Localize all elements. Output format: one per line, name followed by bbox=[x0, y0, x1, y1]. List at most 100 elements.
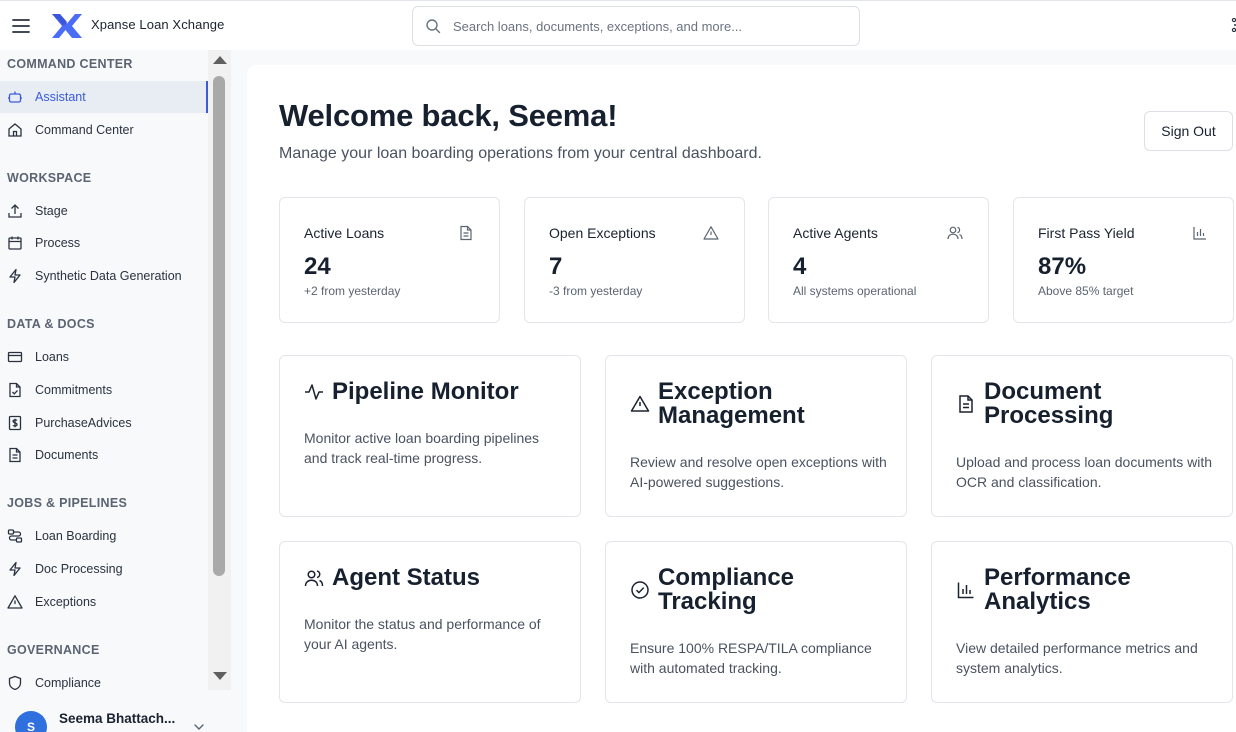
users-icon bbox=[947, 225, 963, 241]
card-title: Performance Analytics bbox=[984, 564, 1131, 615]
sidebar-item-documents[interactable]: Documents bbox=[0, 439, 208, 471]
sidebar-item-label: Commitments bbox=[35, 383, 113, 397]
scroll-down-arrow-icon[interactable] bbox=[213, 672, 227, 680]
card-title: Compliance Tracking bbox=[658, 564, 795, 615]
card-pipeline-monitor[interactable]: Pipeline Monitor Monitor active loan boa… bbox=[279, 355, 581, 517]
stat-value: 87% bbox=[1038, 253, 1087, 280]
sidebar-item-label: Loans bbox=[35, 350, 70, 364]
sidebar-item-compliance[interactable]: Compliance bbox=[0, 667, 208, 690]
users-icon bbox=[304, 568, 324, 588]
hamburger-menu-icon[interactable] bbox=[10, 15, 32, 37]
card-title: Exception Management bbox=[658, 378, 805, 429]
section-title-data-docs: DATA & DOCS bbox=[7, 317, 95, 331]
search-input[interactable] bbox=[453, 7, 853, 45]
sidebar-item-process[interactable]: Process bbox=[0, 227, 208, 259]
stat-note: Above 85% target bbox=[1038, 284, 1134, 298]
sidebar-item-label: Doc Processing bbox=[35, 562, 123, 576]
upload-icon bbox=[7, 203, 23, 219]
scroll-up-arrow-icon[interactable] bbox=[213, 56, 227, 64]
sidebar-item-label: PurchaseAdvices bbox=[35, 416, 132, 430]
card-description: Monitor active loan boarding pipelines a… bbox=[304, 430, 540, 466]
calendar-icon bbox=[7, 235, 23, 251]
card-document-processing[interactable]: Document Processing Upload and process l… bbox=[931, 355, 1233, 517]
section-title-jobs-pipelines: JOBS & PIPELINES bbox=[7, 496, 128, 510]
stat-note: All systems operational bbox=[793, 284, 917, 298]
sidebar-item-label: Assistant bbox=[35, 90, 86, 104]
section-title-workspace: WORKSPACE bbox=[7, 171, 92, 185]
stat-label: Active Loans bbox=[304, 225, 385, 241]
check-circle-icon bbox=[630, 580, 650, 600]
xpanse-logo-icon[interactable] bbox=[50, 12, 84, 40]
stat-value: 4 bbox=[793, 253, 807, 280]
workflow-icon bbox=[7, 528, 23, 544]
stat-label: First Pass Yield bbox=[1038, 225, 1135, 241]
stat-note: +2 from yesterday bbox=[304, 284, 401, 298]
activity-icon bbox=[304, 382, 324, 402]
sidebar-item-label: Stage bbox=[35, 204, 68, 218]
sidebar-item-commitments[interactable]: Commitments bbox=[0, 374, 208, 406]
bolt-icon bbox=[7, 268, 23, 284]
file-text-icon bbox=[458, 225, 474, 241]
home-icon bbox=[7, 122, 23, 138]
sidebar-item-doc-processing[interactable]: Doc Processing bbox=[0, 553, 208, 585]
card-title: Document Processing bbox=[984, 378, 1114, 429]
chevron-down-icon[interactable] bbox=[193, 719, 205, 730]
warning-icon bbox=[703, 225, 719, 241]
card-performance-analytics[interactable]: Performance Analytics View detailed perf… bbox=[931, 541, 1233, 703]
sidebar-item-command-center[interactable]: Command Center bbox=[0, 114, 208, 146]
sidebar-item-label: Exceptions bbox=[35, 595, 97, 609]
sidebar-scrollbar[interactable] bbox=[208, 50, 231, 690]
sidebar-item-label: Documents bbox=[35, 448, 99, 462]
sidebar-item-purchaseadvices[interactable]: PurchaseAdvices bbox=[0, 407, 208, 439]
card-compliance-tracking[interactable]: Compliance Tracking Ensure 100% RESPA/TI… bbox=[605, 541, 907, 703]
receipt-dollar-icon bbox=[7, 415, 23, 431]
warning-icon bbox=[7, 594, 23, 610]
credit-card-icon bbox=[7, 349, 23, 365]
sidebar-item-loans[interactable]: Loans bbox=[0, 341, 208, 373]
stat-value: 24 bbox=[304, 253, 331, 280]
card-description: Review and resolve open exceptions with … bbox=[630, 454, 887, 490]
bot-icon bbox=[7, 89, 23, 105]
sidebar-item-loan-boarding[interactable]: Loan Boarding bbox=[0, 520, 208, 552]
stat-card-open-exceptions: Open Exceptions 7 -3 from yesterday bbox=[524, 197, 745, 323]
stat-card-active-loans: Active Loans 24 +2 from yesterday bbox=[279, 197, 500, 323]
page-subtitle: Manage your loan boarding operations fro… bbox=[279, 145, 762, 162]
stat-card-first-pass-yield: First Pass Yield 87% Above 85% target bbox=[1013, 197, 1234, 323]
search-icon bbox=[425, 18, 441, 34]
sign-out-button[interactable]: Sign Out bbox=[1144, 111, 1233, 151]
card-description: Ensure 100% RESPA/TILA compliance with a… bbox=[630, 640, 872, 676]
stat-label: Open Exceptions bbox=[549, 225, 656, 241]
card-title: Pipeline Monitor bbox=[332, 378, 519, 405]
card-agent-status[interactable]: Agent Status Monitor the status and perf… bbox=[279, 541, 581, 703]
scrollbar-thumb[interactable] bbox=[213, 76, 225, 576]
file-text-icon bbox=[956, 394, 976, 414]
bolt-icon bbox=[7, 561, 23, 577]
bar-chart-icon bbox=[956, 580, 976, 600]
page-title: Welcome back, Seema! bbox=[279, 98, 618, 133]
sidebar-item-stage[interactable]: Stage bbox=[0, 195, 208, 227]
section-title-governance: GOVERNANCE bbox=[7, 643, 100, 657]
main-panel: Welcome back, Seema! Manage your loan bo… bbox=[247, 65, 1236, 732]
user-menu[interactable]: S Seema Bhattach... bbox=[0, 700, 232, 732]
stat-value: 7 bbox=[549, 253, 563, 280]
global-search[interactable] bbox=[412, 6, 860, 46]
sidebar-item-synthetic-data-generation[interactable]: Synthetic Data Generation bbox=[0, 260, 208, 292]
sidebar-item-label: Process bbox=[35, 236, 81, 250]
file-check-icon bbox=[7, 382, 23, 398]
sidebar-item-label: Command Center bbox=[35, 123, 134, 137]
settings-icon[interactable] bbox=[1230, 18, 1236, 32]
top-bar: Xpanse Loan Xchange bbox=[0, 0, 1236, 50]
sidebar-nav: COMMAND CENTER Assistant Command Center … bbox=[0, 50, 208, 690]
user-name: Seema Bhattach... bbox=[59, 711, 176, 726]
card-title: Agent Status bbox=[332, 564, 481, 591]
sidebar-item-assistant[interactable]: Assistant bbox=[0, 81, 208, 113]
app-title: Xpanse Loan Xchange bbox=[91, 17, 225, 32]
bar-chart-icon bbox=[1192, 225, 1208, 241]
stat-note: -3 from yesterday bbox=[549, 284, 643, 298]
sidebar-item-label: Compliance bbox=[35, 676, 102, 690]
sidebar-item-exceptions[interactable]: Exceptions bbox=[0, 586, 208, 618]
stat-card-active-agents: Active Agents 4 All systems operational bbox=[768, 197, 989, 323]
sidebar-item-label: Loan Boarding bbox=[35, 529, 117, 543]
avatar: S bbox=[15, 711, 47, 732]
card-exception-management[interactable]: Exception Management Review and resolve … bbox=[605, 355, 907, 517]
